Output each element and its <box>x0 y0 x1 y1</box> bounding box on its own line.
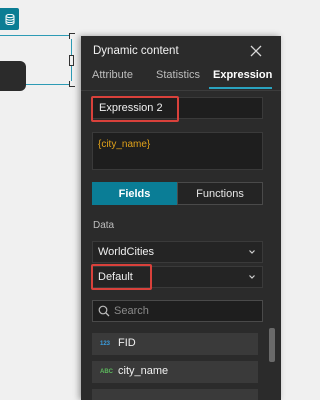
field-item-city-name[interactable]: ABC city_name <box>92 361 258 383</box>
search-icon <box>98 305 110 317</box>
search-placeholder: Search <box>114 305 149 317</box>
dynamic-content-panel: Dynamic content Attribute Statistics Exp… <box>81 36 281 400</box>
resize-handle-top-left[interactable] <box>69 33 75 39</box>
highlight-box-expression-name <box>91 96 179 122</box>
functions-tab-button[interactable]: Functions <box>177 182 263 205</box>
field-name: city_name <box>118 365 169 377</box>
highlight-box-view <box>91 264 152 290</box>
field-list-scrollbar-thumb[interactable] <box>269 328 275 362</box>
tab-attribute[interactable]: Attribute <box>92 69 133 81</box>
tab-statistics[interactable]: Statistics <box>156 69 200 81</box>
database-icon <box>5 13 14 25</box>
panel-title: Dynamic content <box>93 45 179 57</box>
field-item-fid[interactable]: 123 FID <box>92 333 258 355</box>
field-item-partial[interactable] <box>92 389 258 400</box>
field-name: FID <box>118 337 136 349</box>
resize-handle-bottom-left[interactable] <box>69 81 75 87</box>
active-tab-indicator <box>209 87 272 89</box>
chevron-down-icon <box>249 275 255 279</box>
close-icon[interactable] <box>249 44 263 58</box>
expression-text: {city_name} <box>98 139 151 150</box>
expression-editor[interactable]: {city_name} <box>92 132 263 170</box>
data-source-value: WorldCities <box>98 246 155 258</box>
field-search-input[interactable]: Search <box>92 300 263 322</box>
chevron-down-icon <box>249 250 255 254</box>
data-source-button[interactable] <box>0 8 19 30</box>
tab-expression[interactable]: Expression <box>213 69 272 81</box>
panel-tabs: Attribute Statistics Expression <box>81 64 281 91</box>
widget-toolbar[interactable] <box>0 61 26 91</box>
resize-handle-middle[interactable] <box>69 55 74 66</box>
number-type-icon: 123 <box>100 341 111 347</box>
string-type-icon: ABC <box>100 369 113 375</box>
data-source-select[interactable]: WorldCities <box>92 241 263 263</box>
data-label: Data <box>93 220 115 231</box>
fields-tab-button[interactable]: Fields <box>92 182 177 205</box>
